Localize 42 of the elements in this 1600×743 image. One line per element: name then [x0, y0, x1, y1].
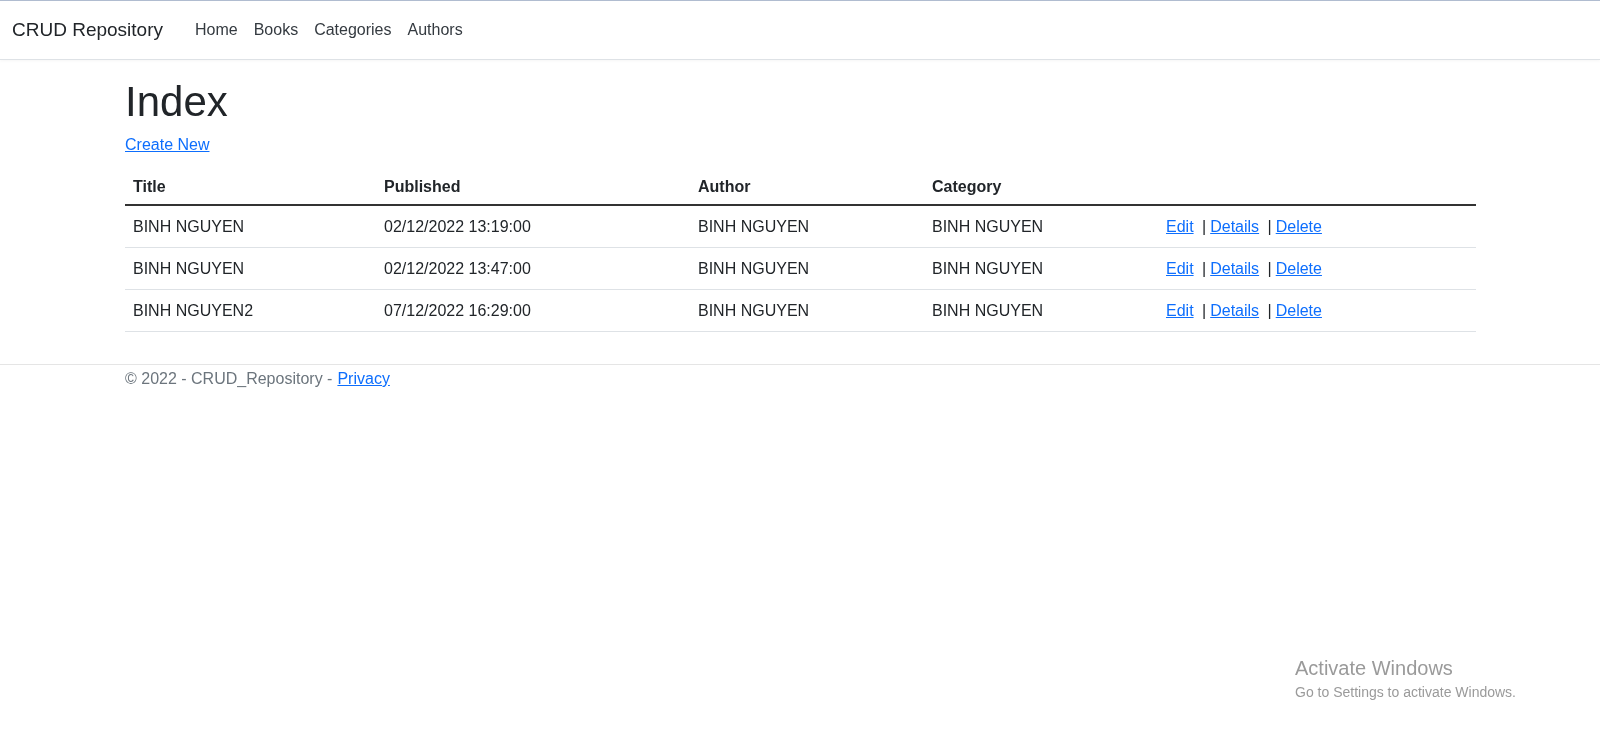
column-header: Category	[924, 170, 1158, 205]
action-link[interactable]: Delete	[1275, 301, 1322, 319]
nav-link[interactable]: Home	[187, 13, 246, 47]
create-new-link[interactable]: Create New	[125, 136, 210, 153]
separator: |	[1267, 301, 1272, 319]
action-link[interactable]: Delete	[1275, 217, 1322, 235]
privacy-link[interactable]: Privacy	[337, 370, 390, 388]
column-header: Title	[125, 170, 376, 205]
table-cell: 02/12/2022 13:19:00	[376, 205, 690, 248]
table-cell: BINH NGUYEN	[690, 205, 924, 248]
separator: |	[1202, 259, 1207, 277]
activation-title: Activate Windows	[1295, 657, 1454, 680]
table-cell: 07/12/2022 16:29:00	[376, 289, 690, 332]
table-cell: BINH NGUYEN	[690, 247, 924, 290]
action-link[interactable]: Details	[1210, 259, 1260, 277]
table-cell: BINH NGUYEN	[924, 289, 1158, 332]
action-link[interactable]: Delete	[1275, 259, 1322, 277]
table-cell: BINH NGUYEN	[690, 289, 924, 332]
table-cell: BINH NGUYEN	[924, 205, 1158, 248]
separator: |	[1267, 259, 1272, 277]
separator: |	[1267, 217, 1272, 235]
action-link[interactable]: Details	[1210, 301, 1260, 319]
table-cell: BINH NGUYEN2	[125, 289, 376, 332]
action-link[interactable]: Details	[1210, 217, 1260, 235]
column-header: Author	[690, 170, 924, 205]
nav-link[interactable]: Authors	[399, 13, 471, 47]
footer-text: © 2022 - CRUD_Repository -	[125, 370, 333, 388]
brand-link[interactable]: CRUD Repository	[12, 19, 163, 41]
action-link[interactable]: Edit	[1166, 301, 1194, 319]
page-heading: Index	[125, 78, 229, 126]
action-link[interactable]: Edit	[1166, 259, 1194, 277]
table-cell: BINH NGUYEN	[125, 205, 376, 248]
column-header: Published	[376, 170, 690, 205]
activation-subtitle: Go to Settings to activate Windows.	[1295, 684, 1516, 700]
action-link[interactable]: Edit	[1166, 217, 1194, 235]
table-cell: 02/12/2022 13:47:00	[376, 247, 690, 290]
separator: |	[1202, 301, 1207, 319]
nav-link[interactable]: Books	[245, 13, 307, 47]
table-cell: BINH NGUYEN	[125, 247, 376, 290]
nav-link[interactable]: Categories	[306, 13, 400, 47]
table-cell: BINH NGUYEN	[924, 247, 1158, 290]
separator: |	[1202, 217, 1207, 235]
